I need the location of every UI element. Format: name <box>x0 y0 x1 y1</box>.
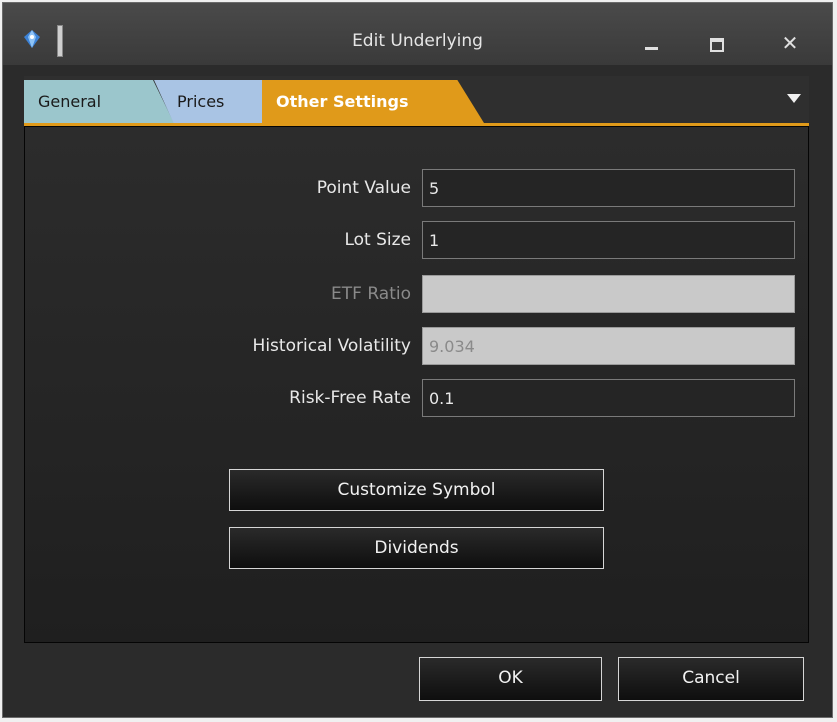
point-value-row: Point Value <box>25 169 808 207</box>
tab-prices-label: Prices <box>177 92 225 111</box>
etf-ratio-input <box>422 275 795 313</box>
etf-ratio-label: ETF Ratio <box>331 284 411 304</box>
risk-free-rate-row: Risk-Free Rate <box>25 379 808 417</box>
tab-strip: General Prices Other Settings <box>24 76 809 126</box>
etf-ratio-row: ETF Ratio <box>25 275 808 313</box>
maximize-icon <box>710 38 724 52</box>
minimize-button[interactable] <box>636 31 666 55</box>
historical-volatility-label: Historical Volatility <box>252 336 411 356</box>
cancel-button[interactable]: Cancel <box>618 657 804 701</box>
tab-other-settings-label: Other Settings <box>276 92 409 111</box>
ok-button[interactable]: OK <box>419 657 602 701</box>
title-bar[interactable]: Edit Underlying ✕ <box>3 3 832 65</box>
tab-general[interactable]: General <box>24 80 174 123</box>
customize-symbol-button[interactable]: Customize Symbol <box>229 469 604 511</box>
lot-size-label: Lot Size <box>344 230 411 250</box>
other-settings-panel: Point Value Lot Size ETF Ratio Historica… <box>24 126 809 643</box>
tab-general-label: General <box>38 92 102 111</box>
lot-size-row: Lot Size <box>25 221 808 259</box>
risk-free-rate-label: Risk-Free Rate <box>289 388 411 408</box>
close-button[interactable]: ✕ <box>775 31 805 55</box>
point-value-input[interactable] <box>422 169 795 207</box>
chevron-down-icon[interactable] <box>787 94 801 103</box>
dividends-button[interactable]: Dividends <box>229 527 604 569</box>
maximize-button[interactable] <box>701 31 731 55</box>
historical-volatility-input <box>422 327 795 365</box>
point-value-label: Point Value <box>316 178 411 198</box>
close-icon: ✕ <box>781 31 799 55</box>
edit-underlying-window: Edit Underlying ✕ General Prices Other S… <box>2 2 833 718</box>
tab-other-settings[interactable]: Other Settings <box>262 80 484 123</box>
minimize-icon <box>645 47 658 50</box>
historical-volatility-row: Historical Volatility <box>25 327 808 365</box>
lot-size-input[interactable] <box>422 221 795 259</box>
dialog-button-bar: OK Cancel <box>3 643 832 717</box>
risk-free-rate-input[interactable] <box>422 379 795 417</box>
